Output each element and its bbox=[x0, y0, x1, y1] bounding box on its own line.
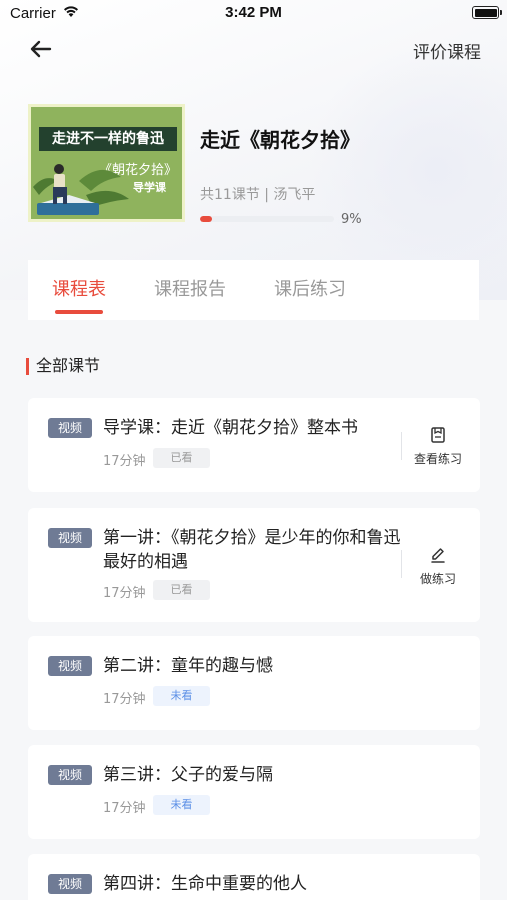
battery-icon bbox=[472, 6, 502, 19]
divider bbox=[401, 432, 402, 460]
cover-banner: 走进不一样的鲁迅 bbox=[39, 127, 177, 151]
video-tag: 视频 bbox=[48, 874, 92, 894]
video-tag: 视频 bbox=[48, 765, 92, 785]
video-tag: 视频 bbox=[48, 418, 92, 438]
watch-status-badge: 已看 bbox=[153, 580, 210, 600]
video-tag: 视频 bbox=[48, 656, 92, 676]
watch-status-badge: 未看 bbox=[153, 686, 210, 706]
list-item[interactable]: 视频 第三讲：父子的爱与隔 17分钟 未看 bbox=[28, 745, 480, 839]
video-tag: 视频 bbox=[48, 528, 92, 548]
lesson-title: 导学课：走近《朝花夕拾》整本书 bbox=[103, 418, 358, 438]
section-title: 全部课节 bbox=[26, 356, 100, 376]
exercise-icon bbox=[431, 427, 445, 443]
arrow-left-icon[interactable] bbox=[28, 38, 54, 60]
list-item[interactable]: 视频 导学课：走近《朝花夕拾》整本书 17分钟 已看 查看练习 bbox=[28, 398, 480, 492]
lesson-title: 第三讲：父子的爱与隔 bbox=[103, 765, 273, 785]
navigation-bar: 评价课程 bbox=[0, 30, 507, 70]
lesson-title: 第一讲：《朝花夕拾》是少年的你和鲁迅最好的相遇 bbox=[103, 528, 401, 572]
do-exercise-button[interactable]: 做练习 bbox=[408, 546, 468, 587]
watch-status-badge: 未看 bbox=[153, 795, 210, 815]
watch-status-badge: 已看 bbox=[153, 448, 210, 468]
action-label: 查看练习 bbox=[413, 452, 462, 466]
clock: 3:42 PM bbox=[225, 4, 282, 21]
lesson-duration: 17分钟 bbox=[103, 454, 146, 469]
tab-schedule[interactable]: 课程表 bbox=[28, 260, 130, 320]
progress-bar bbox=[200, 216, 334, 222]
rate-course-button[interactable]: 评价课程 bbox=[413, 38, 481, 63]
list-item[interactable]: 视频 第四讲：生命中重要的他人 bbox=[28, 854, 480, 900]
status-bar: Carrier 3:42 PM bbox=[0, 0, 507, 30]
lesson-duration: 17分钟 bbox=[103, 586, 146, 601]
progress-fill bbox=[200, 216, 213, 222]
tab-bar: 课程表 课程报告 课后练习 bbox=[28, 260, 479, 320]
tab-report[interactable]: 课程报告 bbox=[130, 260, 250, 320]
tab-exercises[interactable]: 课后练习 bbox=[250, 260, 370, 320]
course-header: 走进不一样的鲁迅 《朝花夕拾》 导学课 走近《朝花夕拾》 共11课节 | 汤飞平… bbox=[28, 104, 488, 227]
course-meta: 共11课节 | 汤飞平 bbox=[200, 187, 316, 203]
divider bbox=[401, 550, 402, 578]
section-accent-bar bbox=[26, 358, 29, 375]
reader-illustration-icon bbox=[33, 164, 129, 215]
action-label: 做练习 bbox=[419, 572, 456, 586]
lesson-duration: 17分钟 bbox=[103, 801, 146, 816]
lesson-title: 第二讲：童年的趣与憾 bbox=[103, 656, 273, 676]
list-item[interactable]: 视频 第二讲：童年的趣与憾 17分钟 未看 bbox=[28, 636, 480, 730]
progress-percent: 9% bbox=[341, 212, 362, 227]
cover-tag: 导学课 bbox=[133, 181, 166, 194]
lesson-duration: 17分钟 bbox=[103, 692, 146, 707]
course-title: 走近《朝花夕拾》 bbox=[200, 128, 360, 152]
edit-icon bbox=[431, 548, 445, 563]
lesson-title: 第四讲：生命中重要的他人 bbox=[103, 874, 307, 894]
list-item[interactable]: 视频 第一讲：《朝花夕拾》是少年的你和鲁迅最好的相遇 17分钟 已看 做练习 bbox=[28, 508, 480, 622]
view-exercise-button[interactable]: 查看练习 bbox=[408, 426, 468, 467]
course-cover: 走进不一样的鲁迅 《朝花夕拾》 导学课 bbox=[28, 104, 185, 222]
section-title-text: 全部课节 bbox=[36, 356, 101, 375]
